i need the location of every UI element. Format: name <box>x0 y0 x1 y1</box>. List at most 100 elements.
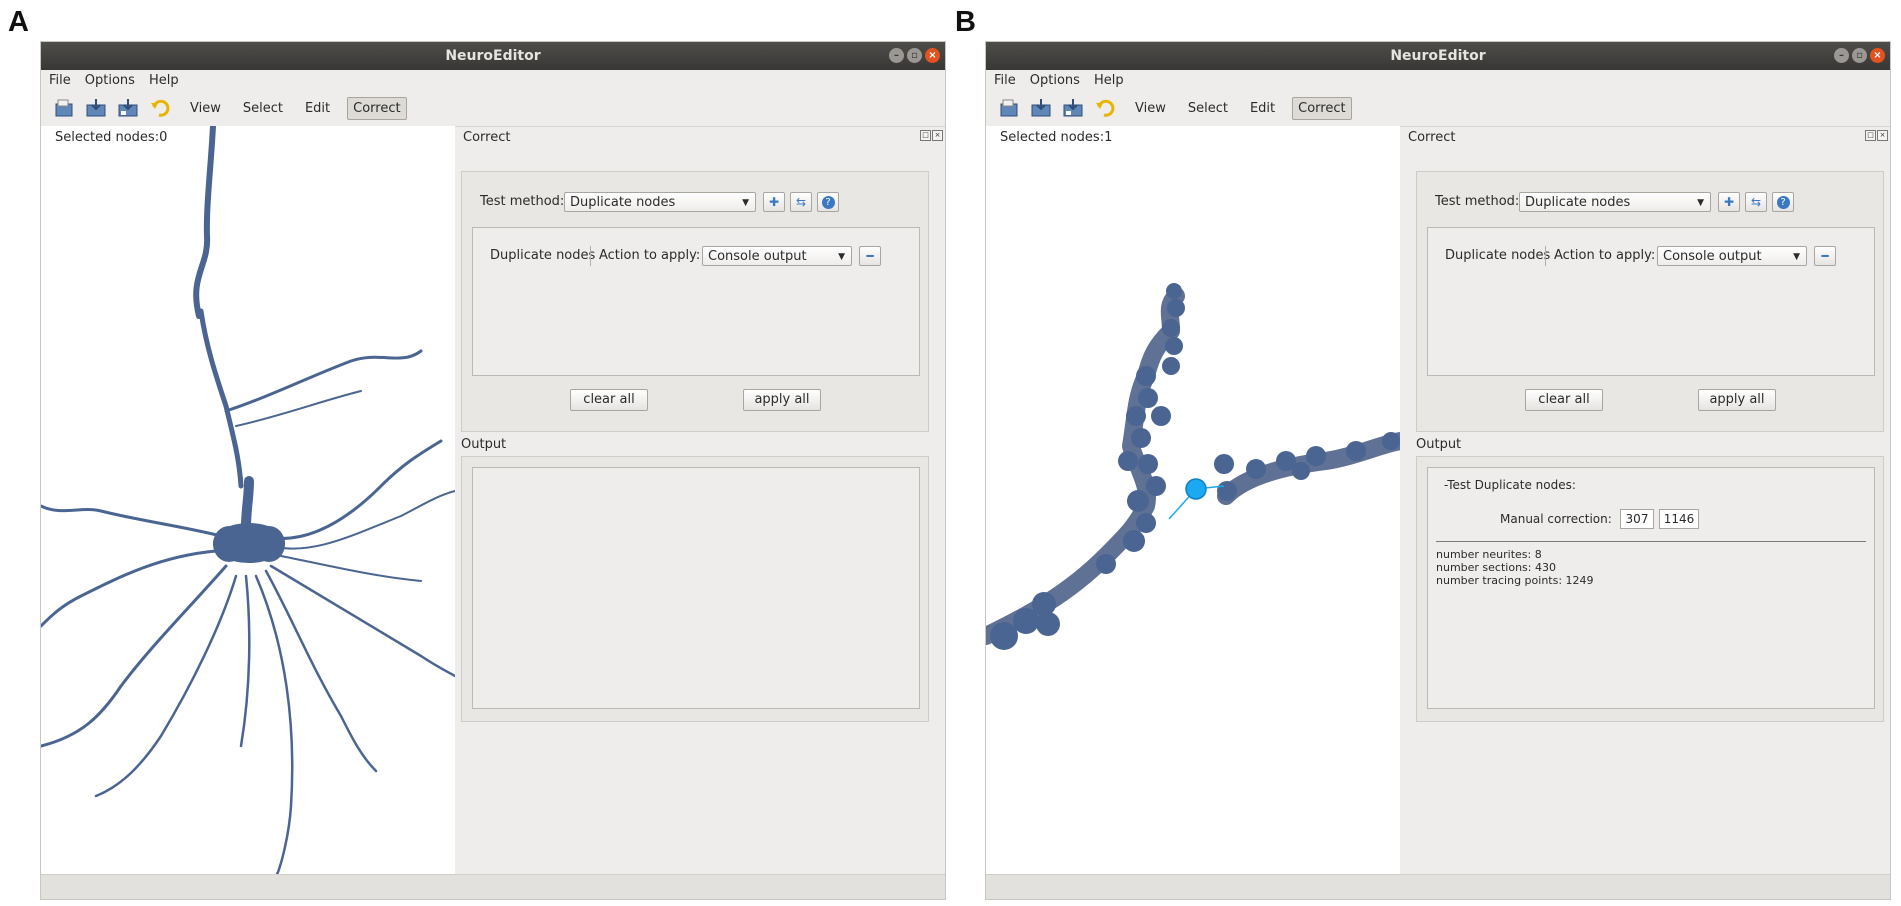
output-title: Output <box>461 437 507 452</box>
chevron-down-icon: ▼ <box>742 198 749 208</box>
edit-test-button[interactable]: ⇆ <box>790 192 812 212</box>
undo-icon[interactable] <box>147 95 173 121</box>
neuron-render <box>986 283 1400 650</box>
apply-all-button[interactable]: apply all <box>1698 389 1776 411</box>
clear-all-button[interactable]: clear all <box>570 389 648 411</box>
stat-tracing-points: number tracing points: 1249 <box>1436 574 1594 587</box>
toolbar-view[interactable]: View <box>1130 98 1171 119</box>
stat-neurites: number neurites: 8 <box>1436 548 1542 561</box>
action-value: Console output <box>1663 249 1762 264</box>
selected-nodes-label: Selected nodes:1 <box>1000 130 1113 145</box>
manual-correction-label: Manual correction: <box>1500 512 1612 526</box>
save-as-icon[interactable] <box>1060 95 1086 121</box>
output-title: Output <box>1416 437 1462 452</box>
add-test-button[interactable]: ✚ <box>763 192 785 212</box>
save-as-icon[interactable] <box>115 95 141 121</box>
status-bar <box>41 874 945 899</box>
stat-sections: number sections: 430 <box>1436 561 1556 574</box>
menu-options[interactable]: Options <box>1030 73 1080 88</box>
minimize-icon[interactable]: – <box>1834 48 1849 63</box>
toolbar-select[interactable]: Select <box>1183 98 1233 119</box>
selected-node-marker[interactable] <box>1185 478 1207 500</box>
chevron-down-icon: ▼ <box>1793 252 1800 262</box>
save-icon[interactable] <box>83 95 109 121</box>
toolbar-edit[interactable]: Edit <box>300 98 335 119</box>
panel-label-a: A <box>8 6 29 38</box>
node-b-button[interactable]: 1146 <box>1659 509 1699 529</box>
correct-group: Test method: Duplicate nodes ▼ ✚ ⇆ ? Dupl… <box>1416 171 1884 432</box>
output-test-header: -Test Duplicate nodes: <box>1444 478 1576 492</box>
add-icon: ✚ <box>1723 195 1735 209</box>
remove-test-button[interactable]: ━ <box>1814 246 1836 266</box>
toolbar-view[interactable]: View <box>185 98 226 119</box>
remove-test-button[interactable]: ━ <box>859 246 881 266</box>
maximize-icon[interactable]: ▫ <box>907 48 922 63</box>
test-name: Duplicate nodes <box>490 248 596 263</box>
minimize-icon[interactable]: – <box>889 48 904 63</box>
menu-file[interactable]: File <box>994 73 1016 88</box>
selected-nodes-label: Selected nodes:0 <box>55 130 168 145</box>
toolbar: View Select Edit Correct <box>986 90 1890 127</box>
output-divider <box>1436 541 1866 542</box>
help-icon: ? <box>1776 195 1790 209</box>
neuroeditor-window-b: NeuroEditor – ▫ × File Options Help View… <box>985 41 1891 900</box>
apply-all-button[interactable]: apply all <box>743 389 821 411</box>
window-titlebar: NeuroEditor – ▫ × <box>41 42 945 70</box>
edit-test-button[interactable]: ⇆ <box>1745 192 1767 212</box>
dock-title: Correct <box>1408 130 1456 145</box>
action-label: Action to apply: <box>599 248 701 263</box>
maximize-icon[interactable]: □ <box>920 130 931 141</box>
toolbar-correct[interactable]: Correct <box>347 96 407 120</box>
correct-group: Test method: Duplicate nodes ▼ ✚ ⇆ ? Dupl… <box>461 171 929 432</box>
toolbar-select[interactable]: Select <box>238 98 288 119</box>
edit-test-icon: ⇆ <box>1750 195 1762 209</box>
menubar: File Options Help <box>41 70 945 90</box>
test-name: Duplicate nodes <box>1445 248 1551 263</box>
save-icon[interactable] <box>1028 95 1054 121</box>
toolbar: View Select Edit Correct <box>41 90 945 127</box>
clear-all-button[interactable]: clear all <box>1525 389 1603 411</box>
menu-help[interactable]: Help <box>1094 73 1124 88</box>
close-icon[interactable]: × <box>1870 48 1885 63</box>
toolbar-edit[interactable]: Edit <box>1245 98 1280 119</box>
neuron-viewport[interactable]: Selected nodes:1 <box>986 126 1400 877</box>
help-button[interactable]: ? <box>1772 192 1794 212</box>
output-console <box>472 467 920 709</box>
test-method-select[interactable]: Duplicate nodes ▼ <box>564 192 756 212</box>
correct-dock: Correct □ × Test method: Duplicate nodes ▼… <box>1400 126 1890 877</box>
test-method-value: Duplicate nodes <box>570 195 676 210</box>
close-icon[interactable]: × <box>1877 130 1888 141</box>
action-select[interactable]: Console output ▼ <box>1657 246 1807 266</box>
test-row-box: Duplicate nodes Action to apply: Console… <box>1427 227 1875 376</box>
test-row-box: Duplicate nodes Action to apply: Console… <box>472 227 920 376</box>
open-file-icon[interactable] <box>51 95 77 121</box>
test-method-select[interactable]: Duplicate nodes ▼ <box>1519 192 1711 212</box>
test-method-label: Test method: <box>1435 194 1520 209</box>
test-method-label: Test method: <box>480 194 565 209</box>
dock-title: Correct <box>463 130 511 145</box>
help-button[interactable]: ? <box>817 192 839 212</box>
maximize-icon[interactable]: ▫ <box>1852 48 1867 63</box>
add-icon: ✚ <box>768 195 780 209</box>
chevron-down-icon: ▼ <box>838 252 845 262</box>
neuron-viewport[interactable]: Selected nodes:0 <box>41 126 455 877</box>
window-title: NeuroEditor <box>445 48 541 64</box>
remove-icon: ━ <box>1821 249 1829 263</box>
menu-options[interactable]: Options <box>85 73 135 88</box>
undo-icon[interactable] <box>1092 95 1118 121</box>
action-select[interactable]: Console output ▼ <box>702 246 852 266</box>
menu-help[interactable]: Help <box>149 73 179 88</box>
status-bar <box>986 874 1890 899</box>
close-icon[interactable]: × <box>932 130 943 141</box>
node-a-button[interactable]: 307 <box>1620 509 1654 529</box>
close-icon[interactable]: × <box>925 48 940 63</box>
chevron-down-icon: ▼ <box>1697 198 1704 208</box>
correct-dock: Correct □ × Test method: Duplicate nodes ▼… <box>455 126 945 877</box>
menu-file[interactable]: File <box>49 73 71 88</box>
maximize-icon[interactable]: □ <box>1865 130 1876 141</box>
open-file-icon[interactable] <box>996 95 1022 121</box>
toolbar-correct[interactable]: Correct <box>1292 96 1352 120</box>
remove-icon: ━ <box>866 249 874 263</box>
output-console: -Test Duplicate nodes: Manual correction… <box>1427 467 1875 709</box>
add-test-button[interactable]: ✚ <box>1718 192 1740 212</box>
